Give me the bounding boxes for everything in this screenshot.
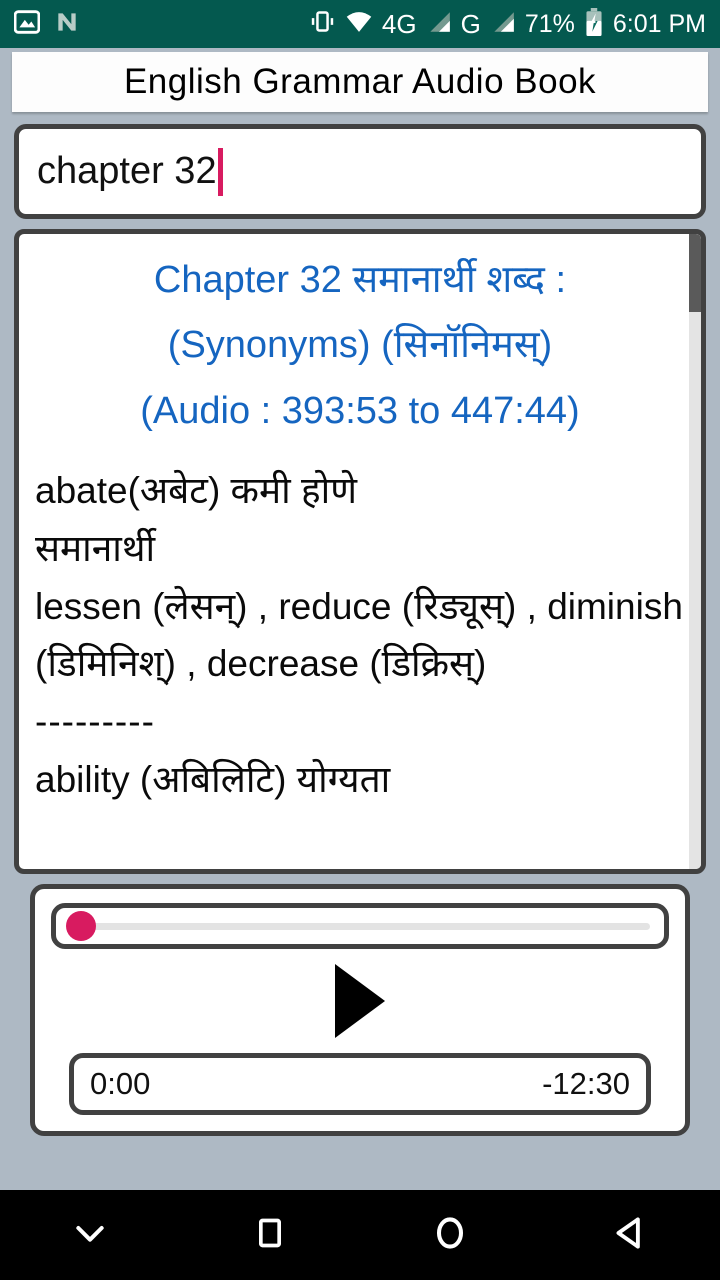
square-icon xyxy=(250,1213,290,1258)
playback-controls-row xyxy=(51,949,669,1053)
entry-separator: --------- xyxy=(35,700,155,742)
search-input-value: chapter 32 xyxy=(37,150,217,192)
audio-seek-thumb[interactable] xyxy=(66,911,96,941)
network-type-label: 4G xyxy=(381,8,417,39)
lesson-text-panel[interactable]: Chapter 32 समानार्थी शब्द : (Synonyms) (… xyxy=(14,229,706,874)
network-type-label-2: G xyxy=(460,8,481,39)
triangle-left-icon xyxy=(609,1212,651,1259)
chapter-heading-line-2: (Synonyms) (सिनॉनिमस्) xyxy=(167,324,553,367)
content-scrollbar-track[interactable] xyxy=(689,234,701,869)
status-bar: 4G G 71% 6:01 PM xyxy=(0,0,720,48)
audio-player-panel: 0:00 -12:30 xyxy=(30,884,690,1136)
chapter-heading-line-1: Chapter 32 समानार्थी शब्द : xyxy=(153,259,567,301)
audio-player-container: 0:00 -12:30 xyxy=(0,874,720,1136)
lesson-body: abate(अबेट) कमी होणे समानार्थी lessen (ल… xyxy=(35,462,685,808)
remaining-time-label: -12:30 xyxy=(542,1066,630,1101)
search-container: chapter 32 xyxy=(0,112,720,219)
elapsed-time-label: 0:00 xyxy=(90,1066,151,1101)
battery-charging-icon xyxy=(584,7,604,41)
status-bar-left-icons xyxy=(13,9,80,40)
chapter-audio-range-line: (Audio : 393:53 to 447:44) xyxy=(140,389,580,432)
entry-abate-label: समानार्थी xyxy=(35,527,156,569)
text-caret xyxy=(217,147,223,196)
audio-seek-track xyxy=(70,922,650,930)
entry-abate-synonyms: lessen (लेसन्) , reduce (रिड्यूस्) , dim… xyxy=(35,585,683,685)
recents-button[interactable] xyxy=(180,1190,360,1280)
nougat-android-icon xyxy=(54,9,80,40)
android-navigation-bar xyxy=(0,1190,720,1280)
back-button[interactable] xyxy=(540,1190,720,1280)
content-container: Chapter 32 समानार्थी शब्द : (Synonyms) (… xyxy=(0,219,720,874)
battery-percent-label: 71% xyxy=(524,9,575,38)
chevron-down-icon xyxy=(70,1213,110,1258)
signal-bars-icon xyxy=(426,9,452,40)
search-input[interactable]: chapter 32 xyxy=(14,124,706,219)
hide-keyboard-button[interactable] xyxy=(0,1190,180,1280)
page-title: English Grammar Audio Book xyxy=(123,62,597,101)
vibrate-icon xyxy=(309,8,336,40)
content-scrollbar-thumb[interactable] xyxy=(689,234,701,312)
entry-ability-word: ability (अबिलिटि) योग्यता xyxy=(35,758,391,800)
home-button[interactable] xyxy=(360,1190,540,1280)
title-bar-container: English Grammar Audio Book xyxy=(0,48,720,112)
image-icon xyxy=(13,9,41,40)
circle-icon xyxy=(428,1211,472,1260)
wifi-icon xyxy=(345,9,373,40)
clock-label: 6:01 PM xyxy=(612,9,706,38)
audio-seek-slider[interactable] xyxy=(51,903,669,949)
signal-bars-icon xyxy=(490,9,516,40)
entry-abate-word: abate(अबेट) कमी होणे xyxy=(35,470,357,512)
app-title-bar: English Grammar Audio Book xyxy=(12,52,708,112)
status-bar-right-icons: 4G G 71% 6:01 PM xyxy=(309,7,706,41)
lesson-text-inner: Chapter 32 समानार्थी शब्द : (Synonyms) (… xyxy=(19,234,701,869)
play-button[interactable] xyxy=(335,964,385,1038)
audio-time-display: 0:00 -12:30 xyxy=(69,1053,651,1115)
